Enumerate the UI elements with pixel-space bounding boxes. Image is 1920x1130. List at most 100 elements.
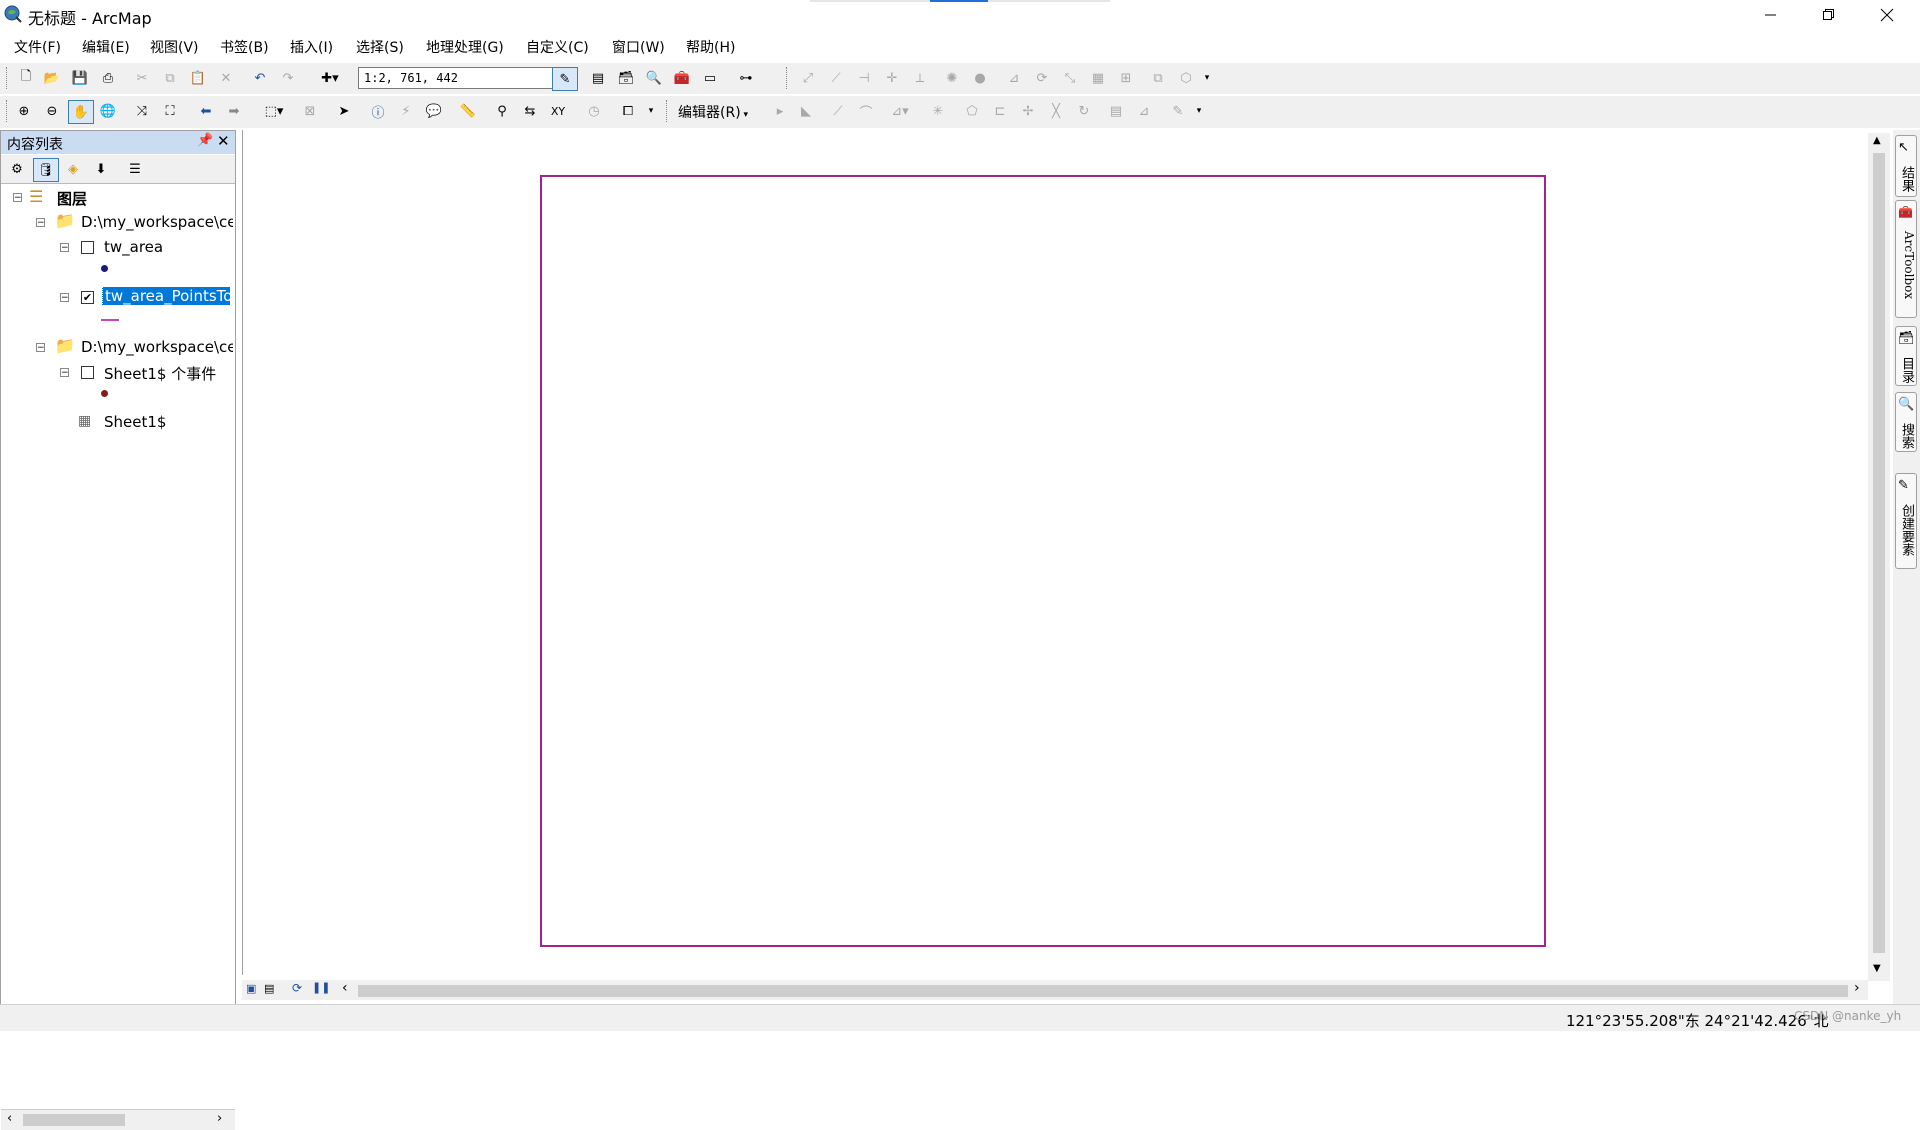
toolbar-overflow-button[interactable]: ▾ bbox=[1192, 100, 1206, 122]
close-button[interactable] bbox=[1858, 0, 1916, 30]
toc-close-button[interactable]: ✕ bbox=[217, 132, 230, 150]
redo-button[interactable]: ↷ bbox=[276, 67, 300, 89]
minimize-button[interactable] bbox=[1742, 0, 1800, 30]
delete-button[interactable]: ✕ bbox=[214, 67, 238, 89]
pause-drawing-button[interactable]: ❚❚ bbox=[312, 981, 330, 994]
toc-options-button[interactable]: ☰ bbox=[123, 158, 147, 180]
extend-button[interactable]: ⟂ bbox=[908, 67, 932, 89]
clear-selection-button[interactable]: ⊠ bbox=[298, 100, 322, 122]
scrollbar-thumb[interactable] bbox=[358, 985, 1848, 997]
create-features-tab[interactable]: ✎ 创建要素 bbox=[1895, 473, 1917, 569]
results-tab[interactable]: ↖ 结果 bbox=[1895, 135, 1917, 197]
menu-bookmarks[interactable]: 书签(B) bbox=[216, 37, 273, 57]
attributes-button[interactable]: ▤ bbox=[1104, 100, 1128, 122]
scroll-right-icon[interactable]: › bbox=[217, 1111, 222, 1126]
layer-name-label[interactable]: Sheet1$ 个事件 bbox=[104, 363, 216, 384]
layer-name-label[interactable]: tw_area bbox=[104, 238, 163, 256]
table-name-label[interactable]: Sheet1$ bbox=[104, 413, 166, 431]
toc-horizontal-scrollbar[interactable]: ‹ › bbox=[1, 1109, 235, 1130]
list-by-visibility-button[interactable]: ◈ bbox=[61, 158, 85, 180]
point-button[interactable]: ✳ bbox=[926, 100, 950, 122]
trim-button[interactable]: ✛ bbox=[880, 67, 904, 89]
reshape-feature-button[interactable]: ⊏ bbox=[988, 100, 1012, 122]
menu-windows[interactable]: 窗口(W) bbox=[608, 37, 669, 57]
menu-file[interactable]: 文件(F) bbox=[10, 37, 65, 57]
go-back-button[interactable]: ⬅ bbox=[194, 100, 218, 122]
open-button[interactable]: 📂 bbox=[40, 67, 64, 89]
grid-button[interactable]: ⊞ bbox=[1114, 67, 1138, 89]
selected-layer-name-label[interactable]: tw_area_PointsTo bbox=[102, 287, 230, 305]
hyperlink-button[interactable]: ⚡ bbox=[394, 100, 418, 122]
generalize-button[interactable]: ⊿ bbox=[1002, 67, 1026, 89]
scroll-right-icon[interactable]: › bbox=[1854, 980, 1860, 996]
menu-insert[interactable]: 插入(I) bbox=[286, 37, 337, 57]
full-extent-button[interactable]: 🌐 bbox=[96, 100, 120, 122]
editor-toolbar-toggle-button[interactable]: ✎ bbox=[552, 67, 578, 91]
create-viewer-button[interactable]: ⧠ bbox=[616, 100, 640, 122]
collapse-toggle[interactable]: − bbox=[36, 343, 45, 353]
edit-annotation-button[interactable]: ◣ bbox=[794, 100, 818, 122]
edit-vertices-button[interactable]: ⤢ bbox=[796, 67, 820, 89]
undo-button[interactable]: ↶ bbox=[248, 67, 272, 89]
select-by-rectangle-button[interactable]: ⬚▾ bbox=[256, 100, 292, 122]
toolbar-overflow-button[interactable]: ▾ bbox=[1200, 67, 1214, 89]
data-view-button[interactable]: ▣ bbox=[246, 982, 256, 995]
menu-selection[interactable]: 选择(S) bbox=[352, 37, 408, 57]
go-forward-button[interactable]: ➡ bbox=[222, 100, 246, 122]
zoom-out-button[interactable]: ⊖ bbox=[40, 100, 64, 122]
scroll-up-icon[interactable]: ▲ bbox=[1873, 135, 1881, 146]
scrollbar-thumb[interactable] bbox=[23, 1114, 125, 1126]
menu-view[interactable]: 视图(V) bbox=[146, 37, 203, 57]
align-button[interactable]: ▦ bbox=[1086, 67, 1110, 89]
zoom-in-button[interactable]: ⊕ bbox=[12, 100, 36, 122]
map-vertical-scrollbar[interactable]: ▲ ▼ bbox=[1868, 133, 1890, 981]
split-button[interactable]: ⊣ bbox=[852, 67, 876, 89]
time-slider-button[interactable]: ◷ bbox=[582, 100, 606, 122]
split-tool-button[interactable]: ╳ bbox=[1044, 100, 1068, 122]
go-to-xy-button[interactable]: XY bbox=[546, 100, 570, 122]
arctoolbox-button[interactable]: 🧰 bbox=[670, 67, 694, 89]
fixed-zoom-in-button[interactable]: ⤨ bbox=[130, 100, 154, 122]
layer-visibility-checkbox[interactable] bbox=[81, 241, 94, 254]
scroll-left-icon[interactable]: ‹ bbox=[7, 1111, 12, 1126]
layout-view-button[interactable]: ▤ bbox=[264, 982, 274, 995]
rotate-button[interactable]: ⟳ bbox=[1030, 67, 1054, 89]
python-window-button[interactable]: ▭ bbox=[698, 67, 722, 89]
create-features-button[interactable]: ✎ bbox=[1166, 100, 1190, 122]
refresh-button[interactable]: ⟳ bbox=[292, 981, 302, 995]
map-horizontal-scrollbar[interactable]: ▣ ▤ ⟳ ❚❚ ‹ › bbox=[242, 980, 1868, 1000]
identify-button[interactable]: ⓘ bbox=[366, 100, 390, 122]
pin-icon[interactable]: 📌 bbox=[197, 133, 213, 148]
rotate-tool-button[interactable]: ↻ bbox=[1072, 100, 1096, 122]
line-symbol[interactable] bbox=[101, 319, 119, 321]
print-button[interactable]: ⎙ bbox=[96, 67, 120, 89]
collapse-toggle[interactable]: − bbox=[60, 368, 69, 378]
list-by-selection-button[interactable]: ⬇ bbox=[89, 158, 113, 180]
layer-visibility-checkbox[interactable]: ✔ bbox=[81, 291, 94, 304]
scale-button[interactable]: ⤡ bbox=[1058, 67, 1082, 89]
add-data-button[interactable]: ✚▾ bbox=[312, 67, 348, 89]
copy-button[interactable]: ⧉ bbox=[158, 67, 182, 89]
collapse-toggle[interactable]: − bbox=[13, 193, 22, 203]
cut-polygons-button[interactable]: ✢ bbox=[1016, 100, 1040, 122]
pan-button[interactable]: ✋ bbox=[68, 100, 94, 124]
endpoint-arc-button[interactable]: ⌒ bbox=[854, 100, 878, 122]
find-route-button[interactable]: ⇆ bbox=[518, 100, 542, 122]
search-tab[interactable]: 🔍 搜索 bbox=[1895, 392, 1917, 452]
map-scale-combo[interactable]: 1:2, 761, 442 ▼ bbox=[358, 67, 576, 89]
new-document-button[interactable]: 🗋 bbox=[14, 67, 38, 89]
buffer-button[interactable]: ● bbox=[968, 67, 992, 89]
point-symbol[interactable] bbox=[101, 390, 108, 397]
list-by-drawing-order-button[interactable]: ⚙ bbox=[5, 158, 29, 180]
scrollbar-thumb[interactable] bbox=[1873, 153, 1885, 953]
data-frame-extent[interactable] bbox=[540, 175, 1546, 947]
collapse-toggle[interactable]: − bbox=[60, 293, 69, 303]
html-popup-button[interactable]: 💬 bbox=[422, 100, 446, 122]
collapse-toggle[interactable]: − bbox=[36, 218, 45, 228]
collapse-toggle[interactable]: − bbox=[60, 243, 69, 253]
layers-root-label[interactable]: 图层 bbox=[57, 188, 87, 209]
cut-button[interactable]: ✂ bbox=[130, 67, 154, 89]
search-window-button[interactable]: 🔍 bbox=[642, 67, 666, 89]
modelbuilder-button[interactable]: ⊶ bbox=[734, 67, 758, 89]
sketch-properties-button[interactable]: ⊿ bbox=[1132, 100, 1156, 122]
